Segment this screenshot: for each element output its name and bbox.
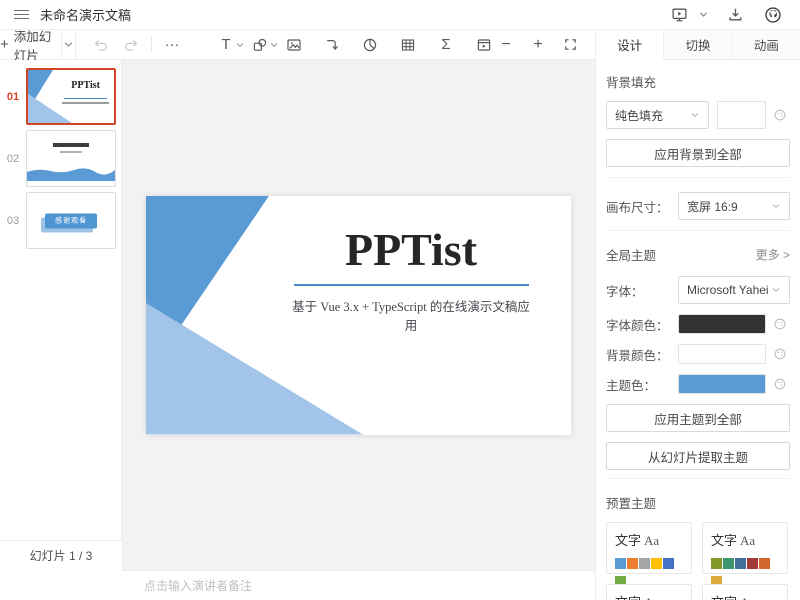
preset-theme-card[interactable]: 文字Aa — [702, 584, 788, 600]
slide-thumbnail-3[interactable]: 感谢观看 — [26, 192, 116, 249]
font-color-label: 字体颜色： — [606, 315, 678, 334]
slide-subtitle-text[interactable]: 基于 Vue 3.x + TypeScript 的在线演示文稿应用 — [286, 296, 536, 334]
download-icon[interactable] — [723, 2, 748, 28]
slide-number: 03 — [0, 215, 26, 227]
add-slide-button[interactable]: + 添加幻灯片 — [0, 30, 61, 59]
font-color-swatch[interactable] — [678, 314, 766, 334]
extract-theme-button[interactable]: 从幻灯片提取主题 — [606, 442, 790, 470]
top-bar: 未命名演示文稿 — [0, 0, 800, 30]
current-slide[interactable]: PPTist 基于 Vue 3.x + TypeScript 的在线演示文稿应用 — [146, 196, 571, 435]
bg-color-swatch[interactable] — [678, 344, 766, 364]
slide-thumbnail-2[interactable] — [26, 130, 116, 187]
divider — [606, 230, 790, 231]
apply-background-all-button[interactable]: 应用背景到全部 — [606, 139, 790, 167]
chart-tool-icon[interactable] — [359, 33, 381, 57]
slide-number: 01 — [0, 91, 26, 103]
color-palette-icon[interactable] — [770, 108, 790, 122]
document-title[interactable]: 未命名演示文稿 — [40, 5, 131, 24]
color-palette-icon[interactable] — [770, 347, 790, 361]
theme-more-link[interactable]: 更多 > — [756, 246, 790, 263]
preset-themes-label: 预置主题 — [606, 493, 790, 512]
preset-theme-grid: 文字Aa 文字Aa 文字Aa 文字Aa — [606, 522, 790, 600]
media-tool-icon[interactable] — [473, 33, 495, 57]
tab-transition[interactable]: 切换 — [664, 30, 732, 59]
slide-thumbnail-panel: 01 PPTist 02 03 — [0, 60, 122, 570]
zoom-controls: − + — [495, 33, 595, 57]
divider — [606, 177, 790, 178]
redo-icon[interactable] — [120, 33, 142, 57]
toolbar: + 添加幻灯片 ··· T — [0, 30, 595, 60]
pptist-app: 未命名演示文稿 — [0, 0, 800, 600]
plus-icon: + — [0, 37, 9, 52]
font-label: 字体： — [606, 281, 678, 300]
slide-counter: 幻灯片 1 / 3 — [0, 540, 122, 570]
table-tool-icon[interactable] — [397, 33, 419, 57]
chevron-down-icon — [690, 110, 700, 120]
present-icon[interactable] — [667, 2, 692, 28]
text-tool-icon[interactable]: T — [215, 33, 237, 57]
formula-tool-icon[interactable]: Σ — [435, 33, 457, 57]
add-slide-label: 添加幻灯片 — [14, 26, 61, 64]
present-chevron-icon[interactable] — [698, 2, 709, 28]
slide-divider-line[interactable] — [294, 284, 529, 286]
apply-theme-all-button[interactable]: 应用主题到全部 — [606, 404, 790, 432]
line-tool-icon[interactable] — [321, 33, 343, 57]
canvas-size-select[interactable]: 宽屏 16:9 — [678, 192, 790, 220]
shape-tool-icon[interactable] — [249, 33, 271, 57]
top-bar-actions — [667, 2, 800, 28]
bg-color-label: 背景颜色： — [606, 345, 678, 364]
zoom-out-icon[interactable]: − — [495, 33, 517, 57]
slide-title-text[interactable]: PPTist — [286, 224, 536, 277]
shape-tool-chevron-icon[interactable] — [269, 40, 279, 50]
tab-design[interactable]: 设计 — [596, 30, 664, 60]
font-select[interactable]: Microsoft Yahei — [678, 276, 790, 304]
github-icon[interactable] — [760, 2, 786, 28]
global-theme-label: 全局主题 — [606, 245, 656, 264]
tool-strip: ··· T — [75, 30, 595, 59]
slide-thumbnail-1[interactable]: PPTist — [26, 68, 116, 125]
chevron-down-icon — [771, 201, 781, 211]
preset-theme-card[interactable]: 文字Aa — [606, 584, 692, 600]
speaker-notes-input[interactable]: 点击输入演讲者备注 — [122, 570, 595, 600]
undo-icon[interactable] — [90, 33, 112, 57]
color-palette-icon[interactable] — [770, 377, 790, 391]
thumb-slide3-text: 感谢观看 — [45, 213, 97, 228]
color-palette-icon[interactable] — [770, 317, 790, 331]
text-tool-chevron-icon[interactable] — [235, 40, 245, 50]
background-color-picker[interactable] — [717, 101, 766, 129]
theme-color-swatch[interactable] — [678, 374, 766, 394]
zoom-in-icon[interactable]: + — [527, 33, 549, 57]
chevron-down-icon — [771, 285, 781, 295]
fill-type-select[interactable]: 纯色填充 — [606, 101, 709, 129]
wave-shape — [27, 166, 115, 181]
editor-canvas[interactable]: PPTist 基于 Vue 3.x + TypeScript 的在线演示文稿应用 — [122, 60, 595, 570]
more-icon[interactable]: ··· — [161, 33, 183, 57]
background-fill-label: 背景填充 — [606, 72, 790, 91]
image-tool-icon[interactable] — [283, 33, 305, 57]
thumb-slide-title: PPTist — [61, 80, 111, 91]
canvas-size-label: 画布尺寸： — [606, 197, 678, 216]
theme-color-label: 主题色： — [606, 375, 678, 394]
fit-screen-icon[interactable] — [559, 33, 581, 57]
tab-animation[interactable]: 动画 — [733, 30, 800, 59]
panel-tabs: 设计 切换 动画 — [596, 30, 800, 60]
add-slide-caret-button[interactable] — [61, 30, 75, 59]
preset-theme-card[interactable]: 文字Aa — [606, 522, 692, 574]
slide-number: 02 — [0, 153, 26, 165]
design-panel: 设计 切换 动画 背景填充 纯色填充 — [595, 30, 800, 600]
divider — [606, 478, 790, 479]
preset-theme-card[interactable]: 文字Aa — [702, 522, 788, 574]
